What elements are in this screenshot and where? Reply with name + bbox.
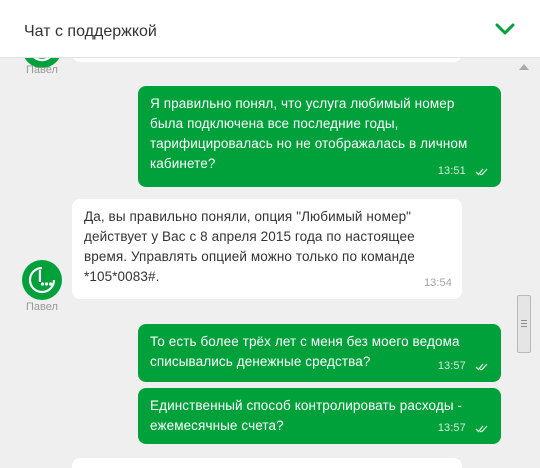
message-time: 13:51 <box>437 165 466 177</box>
message-time: 13:57 <box>437 422 466 434</box>
chevron-down-icon[interactable] <box>494 22 516 36</box>
message-time: 13:54 <box>423 277 452 289</box>
chat-title: Чат с поддержкой <box>24 23 157 40</box>
message-meta: 13:57 <box>438 418 489 438</box>
double-check-icon <box>475 363 488 371</box>
avatar-name: Павел <box>26 64 58 76</box>
message-text: Да, вы правильно поняли, опция "Любимый … <box>84 209 415 284</box>
message-meta: 13:51 <box>438 161 489 181</box>
chat-header: Чат с поддержкой <box>0 0 540 58</box>
message-outgoing: Я правильно понял, что услуга любимый но… <box>138 86 501 187</box>
arrow-up-icon[interactable] <box>519 64 529 70</box>
double-check-icon <box>475 425 488 433</box>
double-check-icon <box>475 168 488 176</box>
avatar <box>22 260 62 300</box>
message-incoming-partial <box>72 58 462 62</box>
operator-logo-icon <box>28 266 56 294</box>
avatar-name: Павел <box>26 301 58 313</box>
message-outgoing: Единственный способ контролировать расхо… <box>138 388 501 444</box>
message-outgoing: То есть более трёх лет с меня без моего … <box>138 324 501 382</box>
scrollbar-thumb[interactable] <box>517 295 531 353</box>
message-meta: 13:57 <box>438 356 489 376</box>
message-time: 13:57 <box>437 360 466 372</box>
chat-scrollbar[interactable] <box>514 58 540 468</box>
chat-message-list[interactable]: Павел Я правильно понял, что услуга люби… <box>0 58 514 468</box>
message-incoming: Да, вы правильно поняли, опция "Любимый … <box>72 199 462 299</box>
message-incoming-partial <box>72 458 462 468</box>
